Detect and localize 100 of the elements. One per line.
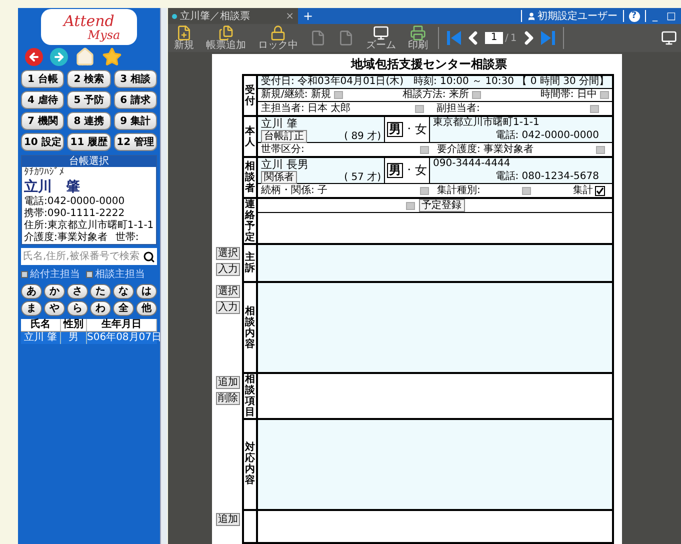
kana-button[interactable]: あ — [21, 284, 42, 299]
small-button[interactable]: 台帳訂正 — [261, 130, 307, 143]
forward-button[interactable] — [50, 48, 68, 66]
page-total: 1 — [510, 32, 517, 46]
toolbar-button[interactable]: ズーム — [364, 25, 398, 51]
filter-checkbox[interactable] — [21, 271, 28, 278]
menu-button[interactable]: 12 管理 — [114, 133, 157, 151]
side-button[interactable]: 削除 — [216, 392, 240, 405]
card-header: 台帳選択 — [22, 156, 156, 167]
printer-icon — [410, 25, 426, 41]
monitor-icon[interactable] — [661, 30, 677, 46]
field-text: 時間帯: 日中 — [540, 89, 597, 101]
schedule-button[interactable]: 予定登録 — [418, 199, 464, 212]
page-number-field[interactable]: 1 — [485, 32, 503, 44]
toolbar-button[interactable]: 印刷 — [406, 25, 430, 51]
checkbox-label: 集計 — [573, 184, 593, 196]
field-text: 相談方法: 来所 — [402, 89, 469, 101]
menu-button[interactable]: 9 集計 — [114, 112, 157, 130]
section-label: 対応内容 — [245, 442, 255, 486]
section-label: 受付 — [245, 84, 255, 106]
toolbar-button[interactable]: ロック中 — [256, 25, 300, 51]
side-button[interactable]: 選択 — [216, 247, 240, 260]
client-detail: 介護度:事業対象者 — [24, 232, 108, 244]
menu-button[interactable]: 2 検索 — [67, 70, 111, 88]
section-label: 相談内容 — [245, 306, 255, 350]
side-button[interactable]: 入力 — [216, 263, 240, 276]
kana-button[interactable]: ら — [67, 301, 88, 316]
side-button[interactable]: 入力 — [216, 301, 240, 314]
column-header: 生年月日 — [87, 319, 157, 331]
sex-option[interactable]: 女 — [415, 123, 427, 136]
sex-option[interactable]: 女 — [415, 164, 427, 177]
field-text: 新規/継続: 新規 — [261, 89, 331, 101]
form-title: 地域包括支援センター相談票 — [350, 56, 508, 73]
user-menu[interactable]: 初期設定ユーザー — [526, 8, 618, 24]
table-cell: 立川 肇 — [21, 332, 61, 344]
document-tab[interactable]: 立川肇／相談票 × — [168, 8, 298, 24]
kana-button[interactable]: ま — [21, 301, 42, 316]
kana-button[interactable]: 全 — [113, 301, 134, 316]
dropdown-toggle[interactable] — [334, 91, 343, 99]
first-page-button[interactable] — [447, 30, 461, 46]
person-name: 立川 長男 — [261, 158, 310, 171]
menu-button[interactable]: 6 請求 — [114, 91, 157, 109]
favorites-button[interactable] — [102, 47, 122, 67]
menu-button[interactable]: 4 虐待 — [21, 91, 64, 109]
toolbar-button[interactable]: 帳票追加 — [204, 25, 248, 51]
kana-button[interactable]: さ — [67, 284, 88, 299]
kana-button[interactable]: な — [113, 284, 134, 299]
kana-button[interactable]: か — [44, 284, 65, 299]
logo-text: Attend — [64, 14, 114, 28]
field-text: 要介護度: 事業対象者 — [437, 144, 534, 156]
dropdown-toggle[interactable] — [596, 146, 605, 154]
client-detail: 住所:東京都立川市曙町1-1-1 — [24, 220, 154, 232]
kana-button[interactable]: 他 — [136, 301, 157, 316]
menu-button[interactable]: 7 機関 — [21, 112, 64, 130]
sex-option[interactable]: 男 — [387, 122, 403, 137]
menu-button[interactable]: 5 予防 — [67, 91, 111, 109]
phone-text: 電話: 080-1234-5678 — [495, 171, 600, 183]
page-separator: / — [505, 32, 508, 46]
client-detail: 携帯:090-1111-2222 — [24, 208, 126, 220]
dropdown-toggle[interactable] — [420, 146, 429, 154]
dropdown-toggle[interactable] — [472, 91, 481, 99]
side-button[interactable]: 追加 — [216, 376, 240, 389]
search-icon — [143, 250, 155, 262]
kana-button[interactable]: は — [136, 284, 157, 299]
window-control[interactable]: □ — [664, 8, 678, 24]
kana-button[interactable]: た — [90, 284, 111, 299]
kana-button[interactable]: や — [44, 301, 65, 316]
kana-button[interactable]: わ — [90, 301, 111, 316]
client-name: 立川 肇 — [24, 179, 81, 196]
menu-button[interactable]: 1 台帳 — [21, 70, 64, 88]
close-button[interactable]: × — [286, 8, 294, 24]
filter-label: 給付主担当 — [30, 268, 80, 282]
age-text: ( 89 才) — [344, 130, 381, 142]
field-text: 東京都立川市曙町1-1-1 — [433, 117, 540, 129]
help-button[interactable]: ? — [628, 10, 640, 22]
toolbar-button[interactable]: 新規 — [172, 25, 196, 51]
tab-label: 立川肇／相談票 — [180, 10, 251, 24]
search-field[interactable]: 氏名,住所,被保番号で検索 — [21, 248, 157, 265]
reception-time: 時刻: 10:00 ～ 10:30 【 0 時間 30 分間】 — [413, 76, 609, 88]
sex-option[interactable]: 男 — [387, 163, 403, 178]
small-button[interactable]: 関係者 — [261, 171, 297, 184]
menu-button[interactable]: 10 設定 — [21, 133, 64, 151]
last-page-button[interactable] — [540, 30, 555, 46]
dropdown-toggle[interactable] — [522, 186, 532, 194]
menu-button[interactable]: 8 連携 — [67, 112, 111, 130]
window-control[interactable]: _ — [650, 8, 660, 24]
aggregate-checkbox[interactable] — [595, 186, 605, 196]
side-button[interactable]: 追加 — [216, 512, 240, 526]
menu-button[interactable]: 11 履歴 — [67, 133, 111, 151]
reception-date: 受付日: 令和03年04月01日(木) — [261, 76, 404, 88]
section-label: 主訴 — [245, 252, 255, 274]
home-button[interactable] — [75, 47, 95, 67]
side-button[interactable]: 選択 — [216, 285, 240, 298]
menu-button[interactable]: 3 相談 — [114, 70, 157, 88]
filter-checkbox[interactable] — [86, 271, 93, 278]
new-tab-button[interactable]: + — [298, 8, 318, 24]
section-label: 相談項目 — [245, 374, 255, 418]
dropdown-toggle[interactable] — [414, 104, 424, 112]
back-button[interactable] — [25, 48, 43, 66]
documents-icon — [218, 25, 234, 41]
